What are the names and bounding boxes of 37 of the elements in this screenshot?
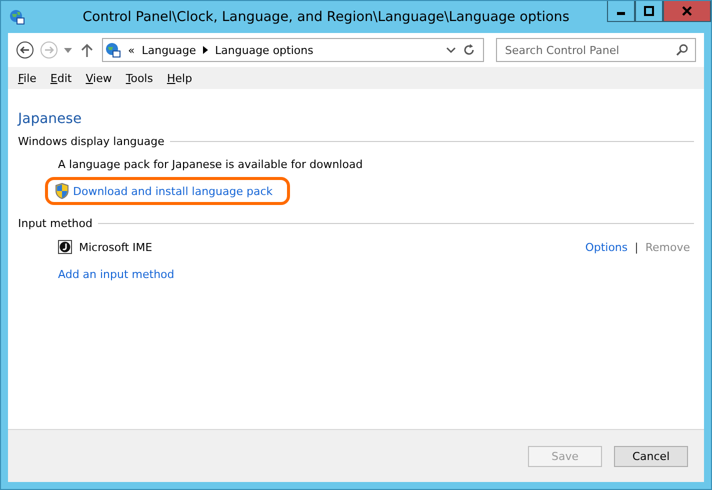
menu-item[interactable]: Help bbox=[166, 72, 192, 84]
refresh-icon[interactable] bbox=[463, 44, 475, 56]
overflow-chevron[interactable]: « bbox=[128, 44, 135, 56]
close-icon bbox=[681, 5, 693, 17]
input-method-name: Microsoft IME bbox=[79, 240, 152, 254]
link[interactable]: Download and install language pack bbox=[73, 184, 273, 198]
globe-icon bbox=[105, 42, 121, 58]
globe-icon bbox=[9, 9, 25, 25]
address-bar[interactable]: « Language Language options bbox=[102, 38, 484, 62]
section-title: Windows display language bbox=[18, 135, 164, 148]
dropdown-icon[interactable] bbox=[64, 48, 72, 52]
search-icon bbox=[676, 44, 688, 56]
language-heading: Japanese bbox=[18, 111, 83, 127]
message-text: A language pack for Japanese is available for download bbox=[58, 158, 364, 171]
window-title: Control Panel\Clock, Language, and Region\Language\Language options bbox=[82, 9, 570, 25]
up-arrow-icon[interactable] bbox=[81, 43, 93, 57]
close-button[interactable] bbox=[663, 1, 711, 22]
breadcrumb[interactable]: Language options bbox=[215, 44, 314, 56]
separator: | bbox=[634, 240, 638, 254]
search-field[interactable]: Search Control Panel bbox=[496, 38, 696, 62]
maximize-icon bbox=[644, 6, 654, 16]
back-button[interactable] bbox=[16, 41, 34, 59]
menu-item[interactable]: Tools bbox=[126, 72, 153, 84]
shield-icon bbox=[55, 183, 69, 199]
maximize-button[interactable] bbox=[635, 1, 663, 22]
minimize-button[interactable] bbox=[607, 1, 635, 22]
menu-item[interactable]: View bbox=[86, 72, 112, 84]
menu-item[interactable]: File bbox=[18, 72, 36, 84]
section-title: Input method bbox=[18, 217, 92, 230]
ime-icon bbox=[58, 240, 72, 254]
breadcrumb[interactable]: Language bbox=[142, 44, 196, 56]
chevron-down-icon[interactable] bbox=[446, 46, 456, 54]
chevron-right-icon[interactable] bbox=[203, 46, 208, 54]
action-link[interactable]: Options bbox=[585, 240, 628, 254]
menu-item[interactable]: Edit bbox=[50, 72, 72, 84]
link[interactable]: Add an input method bbox=[58, 268, 174, 281]
dialog-button[interactable]: Cancel bbox=[614, 446, 688, 466]
